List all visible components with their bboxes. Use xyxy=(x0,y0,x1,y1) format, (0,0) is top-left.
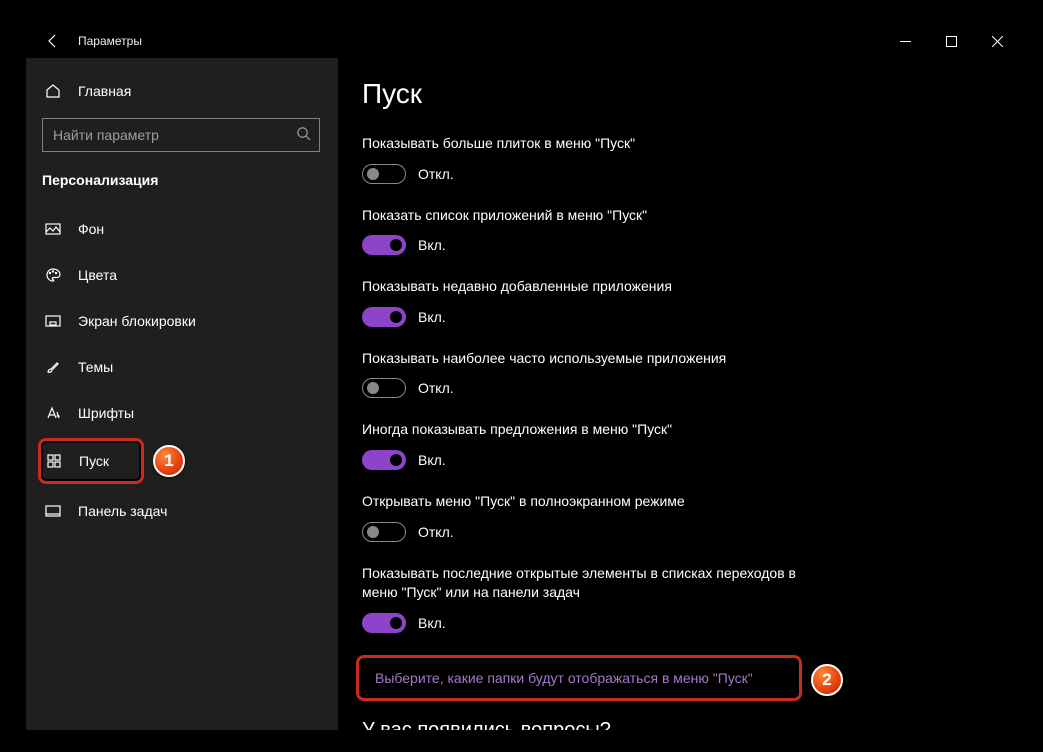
setting-more-tiles: Показывать больше плиток в меню "Пуск" О… xyxy=(362,134,822,184)
start-icon xyxy=(45,453,63,469)
toggle-recent-apps[interactable] xyxy=(362,307,406,327)
toggle-fullscreen[interactable] xyxy=(362,522,406,542)
setting-label: Показывать последние открытые элементы в… xyxy=(362,564,822,603)
search-placeholder: Найти параметр xyxy=(53,127,159,143)
sidebar-home[interactable]: Главная xyxy=(40,70,334,112)
window-title: Параметры xyxy=(78,34,142,48)
toggle-suggestions[interactable] xyxy=(362,450,406,470)
window-controls xyxy=(882,26,1020,56)
taskbar-icon xyxy=(44,503,62,519)
home-icon xyxy=(44,83,62,99)
sidebar-category: Персонализация xyxy=(40,166,334,206)
annotation-highlight-1: Пуск 1 xyxy=(38,438,144,484)
setting-label: Иногда показывать предложения в меню "Пу… xyxy=(362,420,822,440)
help-title: У вас появились вопросы? xyxy=(362,719,996,730)
setting-recent-apps: Показывать недавно добавленные приложени… xyxy=(362,277,822,327)
sidebar-item-lockscreen[interactable]: Экран блокировки xyxy=(40,298,334,344)
setting-label: Показывать больше плиток в меню "Пуск" xyxy=(362,134,822,154)
annotation-badge-1: 1 xyxy=(153,445,185,477)
toggle-state: Вкл. xyxy=(418,309,446,325)
sidebar-item-taskbar[interactable]: Панель задач xyxy=(40,488,334,534)
sidebar-item-label: Цвета xyxy=(78,267,117,283)
toggle-more-tiles[interactable] xyxy=(362,164,406,184)
setting-jumplists: Показывать последние открытые элементы в… xyxy=(362,564,822,633)
brush-icon xyxy=(44,359,62,375)
setting-suggestions: Иногда показывать предложения в меню "Пу… xyxy=(362,420,822,470)
setting-most-used: Показывать наиболее часто используемые п… xyxy=(362,349,822,399)
settings-window: Параметры Главная xyxy=(26,24,1020,730)
sidebar-item-label: Панель задач xyxy=(78,503,167,519)
setting-fullscreen: Открывать меню "Пуск" в полноэкранном ре… xyxy=(362,492,822,542)
annotation-highlight-2: Выберите, какие папки будут отображаться… xyxy=(356,655,802,701)
back-button[interactable] xyxy=(42,30,64,52)
setting-label: Открывать меню "Пуск" в полноэкранном ре… xyxy=(362,492,822,512)
setting-label: Показывать недавно добавленные приложени… xyxy=(362,277,822,297)
close-button[interactable] xyxy=(974,26,1020,56)
maximize-button[interactable] xyxy=(928,26,974,56)
toggle-state: Откл. xyxy=(418,166,454,182)
search-input[interactable]: Найти параметр xyxy=(42,118,320,152)
sidebar-item-start[interactable]: Пуск xyxy=(41,441,141,481)
lockscreen-icon xyxy=(44,313,62,329)
toggle-state: Откл. xyxy=(418,524,454,540)
sidebar-item-background[interactable]: Фон xyxy=(40,206,334,252)
setting-label: Показать список приложений в меню "Пуск" xyxy=(362,206,822,226)
sidebar: Главная Найти параметр Персонализация Фо… xyxy=(26,58,338,730)
setting-label: Показывать наиболее часто используемые п… xyxy=(362,349,822,369)
search-icon xyxy=(296,126,311,144)
sidebar-item-label: Фон xyxy=(78,221,104,237)
main-content: Пуск Показывать больше плиток в меню "Пу… xyxy=(338,58,1020,730)
sidebar-item-label: Экран блокировки xyxy=(78,313,196,329)
palette-icon xyxy=(44,267,62,283)
sidebar-home-label: Главная xyxy=(78,83,131,99)
toggle-jumplists[interactable] xyxy=(362,613,406,633)
choose-folders-link[interactable]: Выберите, какие папки будут отображаться… xyxy=(375,670,753,686)
minimize-button[interactable] xyxy=(882,26,928,56)
toggle-app-list[interactable] xyxy=(362,235,406,255)
sidebar-item-colors[interactable]: Цвета xyxy=(40,252,334,298)
annotation-badge-2: 2 xyxy=(811,664,843,696)
toggle-state: Вкл. xyxy=(418,615,446,631)
toggle-state: Вкл. xyxy=(418,237,446,253)
toggle-state: Откл. xyxy=(418,380,454,396)
page-title: Пуск xyxy=(362,78,996,110)
setting-app-list: Показать список приложений в меню "Пуск"… xyxy=(362,206,822,256)
toggle-most-used[interactable] xyxy=(362,378,406,398)
sidebar-item-themes[interactable]: Темы xyxy=(40,344,334,390)
titlebar: Параметры xyxy=(26,24,1020,58)
sidebar-item-label: Шрифты xyxy=(78,405,134,421)
toggle-state: Вкл. xyxy=(418,452,446,468)
picture-icon xyxy=(44,221,62,237)
sidebar-item-fonts[interactable]: Шрифты xyxy=(40,390,334,436)
font-icon xyxy=(44,405,62,421)
sidebar-item-label: Пуск xyxy=(79,453,109,469)
sidebar-item-label: Темы xyxy=(78,359,113,375)
